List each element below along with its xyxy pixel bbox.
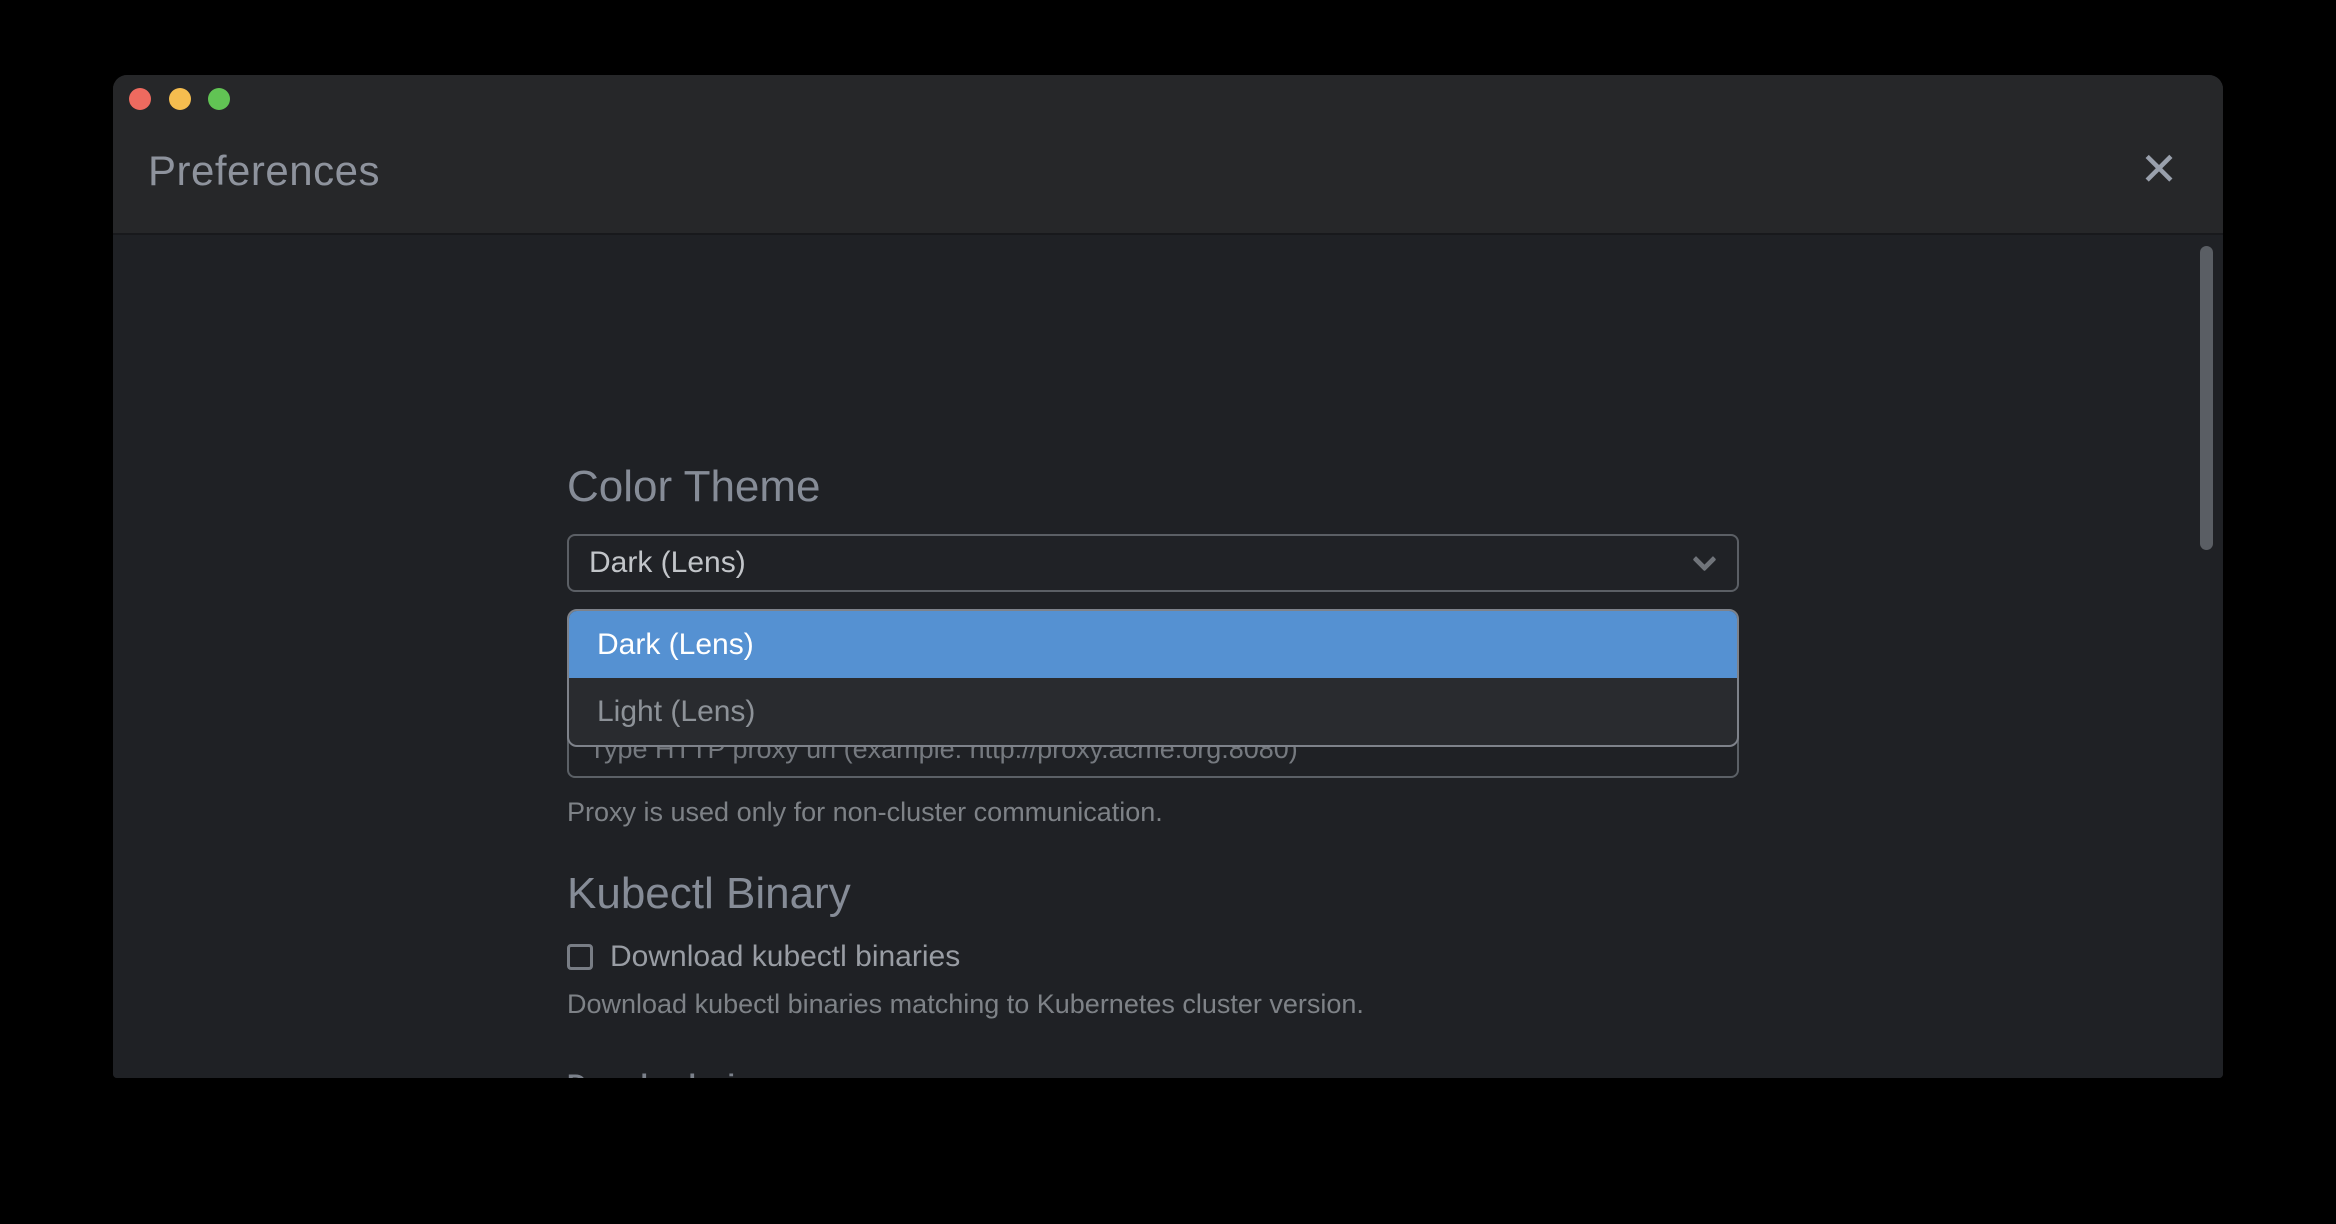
- color-theme-select-value: Dark (Lens): [589, 546, 1696, 580]
- download-mirror-label: Download mirror: [567, 1069, 1739, 1078]
- color-theme-select[interactable]: Dark (Lens): [567, 534, 1739, 592]
- traffic-light-minimize-icon[interactable]: [169, 88, 191, 110]
- color-theme-heading: Color Theme: [567, 462, 1739, 512]
- preferences-content: Color Theme Dark (Lens) Dark (Lens) Ligh…: [113, 237, 2223, 1078]
- download-kubectl-help: Download kubectl binaries matching to Ku…: [567, 989, 1739, 1020]
- traffic-light-close-icon[interactable]: [129, 88, 151, 110]
- scrollbar-thumb[interactable]: [2200, 246, 2213, 550]
- kubectl-binary-heading: Kubectl Binary: [567, 869, 1739, 919]
- preferences-window: Preferences ✕ Color Theme Dark (Lens) Da…: [113, 75, 2223, 1078]
- chevron-down-icon: [1692, 547, 1716, 571]
- page-title: Preferences: [148, 147, 380, 195]
- dropdown-option-light[interactable]: Light (Lens): [569, 678, 1737, 745]
- checkbox-unchecked-icon[interactable]: [567, 944, 593, 970]
- traffic-light-zoom-icon[interactable]: [208, 88, 230, 110]
- download-kubectl-checkbox-label: Download kubectl binaries: [610, 940, 960, 974]
- download-kubectl-checkbox-row[interactable]: Download kubectl binaries: [567, 940, 1739, 974]
- close-icon[interactable]: ✕: [2131, 141, 2187, 197]
- color-theme-dropdown: Dark (Lens) Light (Lens): [567, 609, 1739, 747]
- http-proxy-help: Proxy is used only for non-cluster commu…: [567, 797, 1739, 828]
- dropdown-option-dark[interactable]: Dark (Lens): [569, 611, 1737, 678]
- titlebar: Preferences ✕: [113, 75, 2223, 235]
